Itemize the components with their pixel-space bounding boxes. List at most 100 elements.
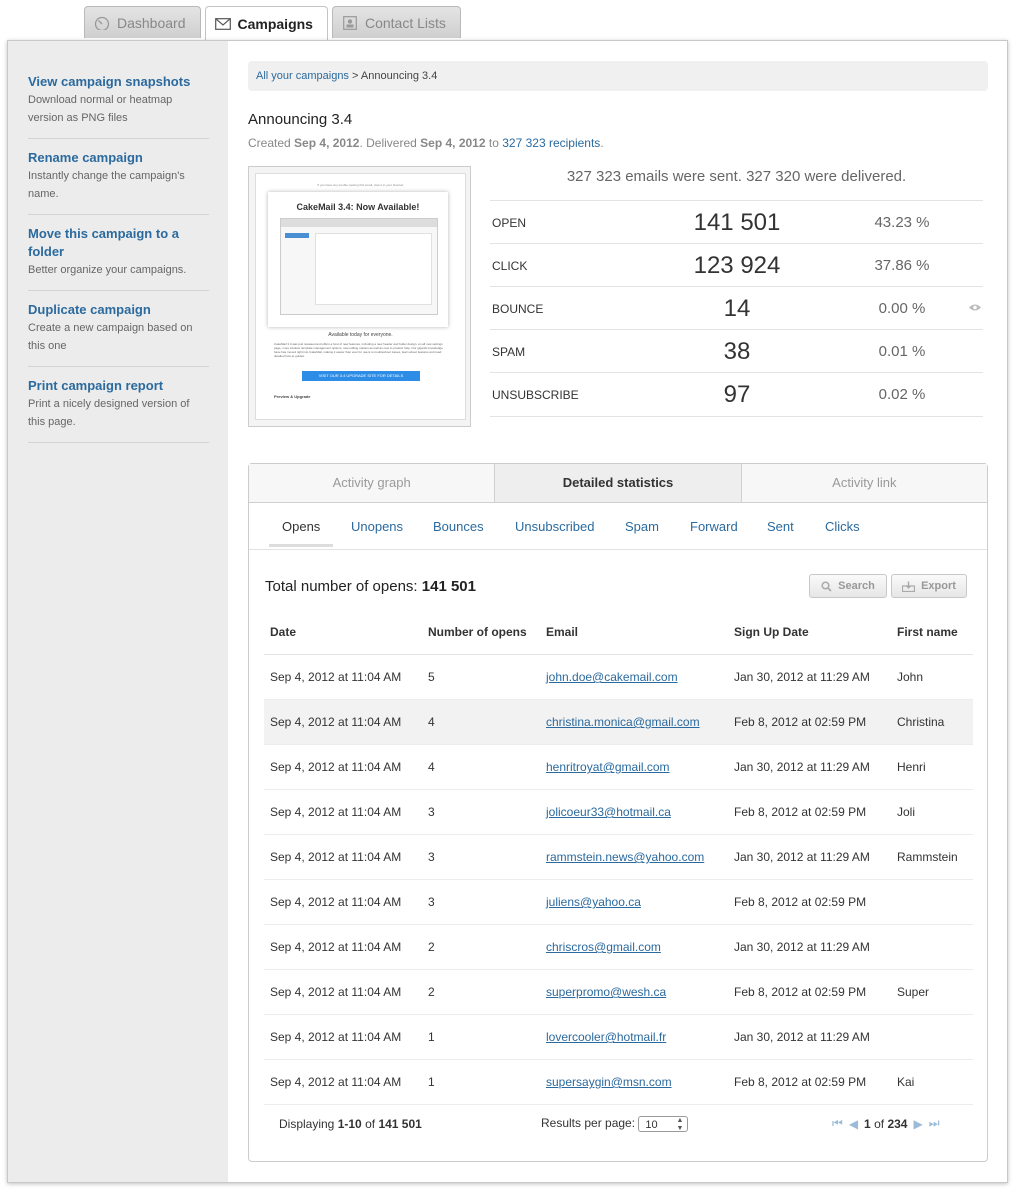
cell-first-name: Rammstein xyxy=(891,834,973,880)
cell-opens: 1 xyxy=(422,1014,540,1060)
results-per-page-select[interactable]: 10 ▲ ▼ xyxy=(638,1116,689,1132)
email-link[interactable]: jolicoeur33@hotmail.ca xyxy=(546,805,671,819)
cell-first-name xyxy=(891,924,973,970)
sidebar-item-print-report[interactable]: Print campaign report Print a nicely des… xyxy=(28,377,208,431)
cell-date: Sep 4, 2012 at 11:04 AM xyxy=(264,1014,422,1060)
displaying-total: 141 501 xyxy=(378,1117,422,1131)
email-link[interactable]: supersaygin@msn.com xyxy=(546,1075,672,1089)
total-pages: 234 xyxy=(887,1116,908,1131)
email-link[interactable]: juliens@yahoo.ca xyxy=(546,895,641,909)
created-label: Created xyxy=(248,136,291,150)
cell-opens: 4 xyxy=(422,744,540,790)
first-page-icon[interactable]: ⏮ xyxy=(832,1116,843,1131)
column-header-date[interactable]: Date xyxy=(264,609,422,655)
sidebar-item-view-snapshots[interactable]: View campaign snapshots Download normal … xyxy=(28,73,208,127)
cell-email: john.doe@cakemail.com xyxy=(540,654,728,700)
email-link[interactable]: lovercooler@hotmail.fr xyxy=(546,1030,666,1044)
cell-date: Sep 4, 2012 at 11:04 AM xyxy=(264,744,422,790)
cell-date: Sep 4, 2012 at 11:04 AM xyxy=(264,834,422,880)
preview-section-title: Preview & Upgrade xyxy=(274,394,311,399)
tab-campaigns[interactable]: Campaigns xyxy=(204,6,328,41)
last-page-icon[interactable]: ⏭ xyxy=(929,1116,940,1131)
stat-row-click: CLICK 123 924 37.86 % xyxy=(490,243,983,287)
sidebar-item-move-folder[interactable]: Move this campaign to a folder Better or… xyxy=(28,225,208,279)
export-icon xyxy=(902,581,916,592)
column-header-sign-up-date[interactable]: Sign Up Date xyxy=(728,609,891,655)
sidebar-item-duplicate[interactable]: Duplicate campaign Create a new campaign… xyxy=(28,301,208,355)
sidebar-item-title[interactable]: Print campaign report xyxy=(28,377,208,395)
email-link[interactable]: john.doe@cakemail.com xyxy=(546,670,678,684)
cell-email: henritroyat@gmail.com xyxy=(540,744,728,790)
preview-email: If you have any trouble viewing this ema… xyxy=(255,173,466,420)
search-button[interactable]: Search xyxy=(809,574,887,598)
previous-page-icon[interactable]: ◀ xyxy=(849,1117,858,1131)
cell-signup-date: Jan 30, 2012 at 11:29 AM xyxy=(728,654,891,700)
sidebar-item-title[interactable]: View campaign snapshots xyxy=(28,73,208,91)
tab-activity-graph[interactable]: Activity graph xyxy=(249,464,496,502)
delivered-label: . Delivered xyxy=(359,136,417,150)
subtab-bounces[interactable]: Bounces xyxy=(433,519,484,534)
stat-row-unsubscribe: UNSUBSCRIBE 97 0.02 % xyxy=(490,372,983,417)
column-header-number-of-opens[interactable]: Number of opens xyxy=(422,609,540,655)
preview-hero: CakeMail 3.4: Now Available! xyxy=(268,192,448,327)
email-link[interactable]: christina.monica@gmail.com xyxy=(546,715,700,729)
campaign-preview-thumbnail[interactable]: If you have any trouble viewing this ema… xyxy=(248,166,471,427)
tab-contact-lists[interactable]: Contact Lists xyxy=(331,6,461,38)
cell-email: rammstein.news@yahoo.com xyxy=(540,834,728,880)
pages-of-label: of xyxy=(874,1116,885,1131)
stat-label: CLICK xyxy=(492,258,528,273)
cell-date: Sep 4, 2012 at 11:04 AM xyxy=(264,1059,422,1105)
cell-first-name: Joli xyxy=(891,789,973,835)
cell-signup-date: Feb 8, 2012 at 02:59 PM xyxy=(728,879,891,925)
email-link[interactable]: chriscros@gmail.com xyxy=(546,940,661,954)
table-row: Sep 4, 2012 at 11:04 AM 4 christina.moni… xyxy=(264,699,973,745)
cell-signup-date: Jan 30, 2012 at 11:29 AM xyxy=(728,1014,891,1060)
next-page-icon[interactable]: ▶ xyxy=(913,1117,922,1131)
tab-dashboard[interactable]: Dashboard xyxy=(84,6,201,38)
subtab-unopens[interactable]: Unopens xyxy=(351,519,403,534)
cell-first-name: Super xyxy=(891,969,973,1015)
created-date: Sep 4, 2012 xyxy=(294,136,360,150)
tab-activity-link[interactable]: Activity link xyxy=(741,464,987,502)
stat-label: SPAM xyxy=(492,344,526,359)
table-row: Sep 4, 2012 at 11:04 AM 3 rammstein.news… xyxy=(264,834,973,880)
email-link[interactable]: rammstein.news@yahoo.com xyxy=(546,850,704,864)
subtab-spam[interactable]: Spam xyxy=(625,519,659,534)
email-link[interactable]: henritroyat@gmail.com xyxy=(546,760,670,774)
breadcrumb-link-all-campaigns[interactable]: All your campaigns xyxy=(256,70,349,82)
results-per-page-label: Results per page: xyxy=(541,1116,636,1131)
preview-body: CakeMail 3.4 was just released and offer… xyxy=(274,342,443,358)
stat-percent: 43.23 % xyxy=(874,214,930,231)
stat-value: 141 501 xyxy=(693,208,781,236)
panel-tabs: Activity graph Detailed statistics Activ… xyxy=(249,464,987,503)
to-label: to xyxy=(488,136,499,150)
top-tabs: Dashboard Campaigns Contact Lists xyxy=(84,6,461,41)
cell-opens: 5 xyxy=(422,654,540,700)
table-row: Sep 4, 2012 at 11:04 AM 3 juliens@yahoo.… xyxy=(264,879,973,925)
cell-date: Sep 4, 2012 at 11:04 AM xyxy=(264,969,422,1015)
column-header-first-name[interactable]: First name xyxy=(891,609,973,655)
cell-date: Sep 4, 2012 at 11:04 AM xyxy=(264,879,422,925)
subtab-forward[interactable]: Forward xyxy=(690,519,738,534)
export-button[interactable]: Export xyxy=(891,574,967,598)
sidebar-item-title[interactable]: Duplicate campaign xyxy=(28,301,208,319)
recipients-link[interactable]: 327 323 recipients xyxy=(502,136,600,150)
email-link[interactable]: superpromo@wesh.ca xyxy=(546,985,666,999)
table-row: Sep 4, 2012 at 11:04 AM 1 lovercooler@ho… xyxy=(264,1014,973,1060)
column-header-email[interactable]: Email xyxy=(540,609,728,655)
opens-table: Date Number of opens Email Sign Up Date … xyxy=(264,609,973,1105)
subtab-sent[interactable]: Sent xyxy=(767,519,794,534)
stat-percent: 0.02 % xyxy=(878,386,926,403)
sidebar-item-title[interactable]: Rename campaign xyxy=(28,149,208,167)
sidebar-item-rename[interactable]: Rename campaign Instantly change the cam… xyxy=(28,149,208,203)
table-footer: Displaying 1-10 of 141 501 Results per p… xyxy=(249,1104,989,1144)
tab-detailed-statistics[interactable]: Detailed statistics xyxy=(495,464,742,502)
subtab-opens[interactable]: Opens xyxy=(282,519,320,534)
eye-icon[interactable] xyxy=(952,303,982,315)
cell-opens: 3 xyxy=(422,879,540,925)
subtab-unsubscribed[interactable]: Unsubscribed xyxy=(515,519,595,534)
stat-label: OPEN xyxy=(492,215,527,230)
subtab-clicks[interactable]: Clicks xyxy=(825,519,860,534)
tab-label: Contact Lists xyxy=(364,14,446,31)
sidebar-item-title[interactable]: Move this campaign to a folder xyxy=(28,225,208,261)
